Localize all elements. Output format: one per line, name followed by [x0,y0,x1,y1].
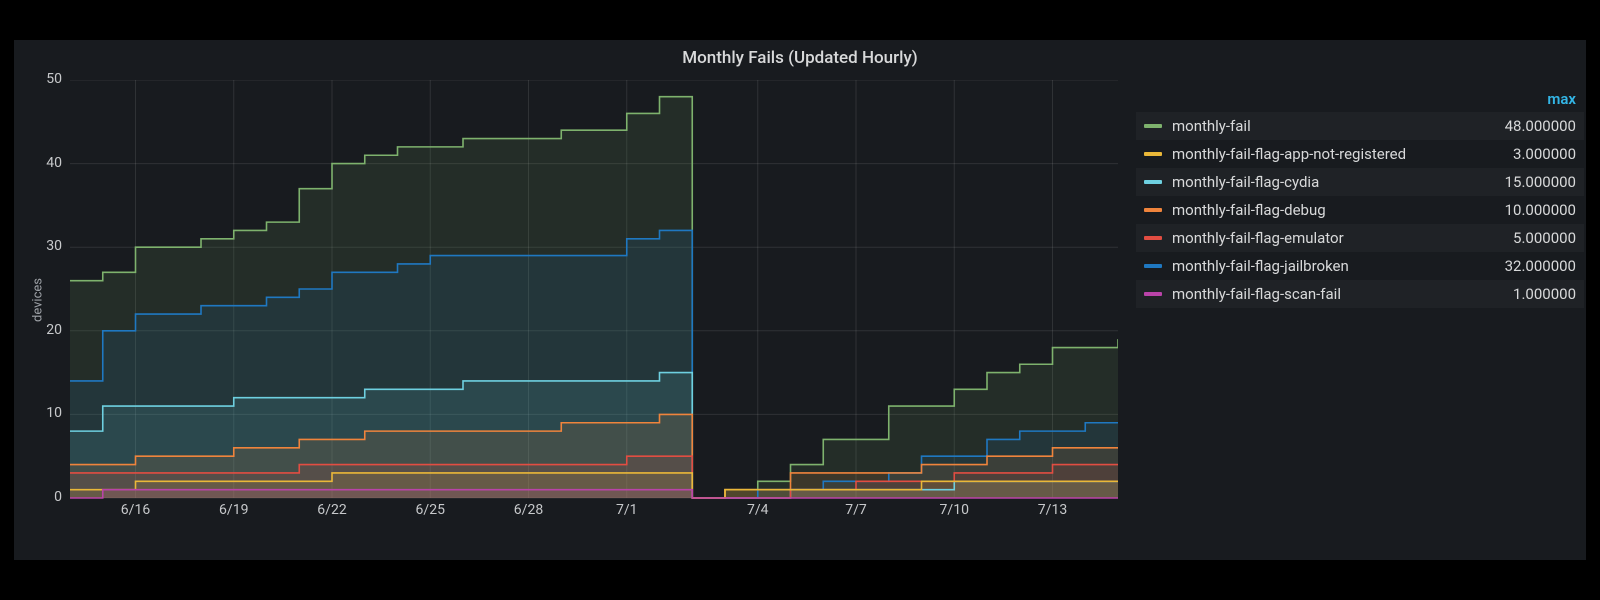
legend-item-max: 32.000000 [1505,257,1576,275]
legend-header-max[interactable]: max [1136,86,1584,112]
y-tick: 10 [32,405,62,421]
legend-item-max: 3.000000 [1513,145,1576,163]
legend-swatch [1144,180,1162,184]
legend-swatch [1144,264,1162,268]
legend-item-name: monthly-fail-flag-app-not-registered [1172,145,1513,163]
chart-svg [70,80,1118,524]
legend-item[interactable]: monthly-fail-flag-jailbroken32.000000 [1136,252,1584,280]
legend-item-max: 5.000000 [1513,229,1576,247]
y-tick: 20 [32,322,62,338]
legend-item-name: monthly-fail-flag-debug [1172,201,1505,219]
legend-item-name: monthly-fail-flag-emulator [1172,229,1513,247]
legend-item-name: monthly-fail [1172,117,1505,135]
legend-swatch [1144,124,1162,128]
y-tick: 0 [32,489,62,505]
legend-item-max: 10.000000 [1505,201,1576,219]
chart-panel: Monthly Fails (Updated Hourly) devices 0… [14,40,1586,560]
legend: max monthly-fail48.000000monthly-fail-fl… [1136,86,1584,308]
chart-title: Monthly Fails (Updated Hourly) [14,40,1586,68]
legend-item[interactable]: monthly-fail-flag-scan-fail1.000000 [1136,280,1584,308]
y-tick: 40 [32,155,62,171]
legend-item-max: 15.000000 [1505,173,1576,191]
legend-swatch [1144,208,1162,212]
legend-item[interactable]: monthly-fail48.000000 [1136,112,1584,140]
legend-item[interactable]: monthly-fail-flag-cydia15.000000 [1136,168,1584,196]
legend-swatch [1144,236,1162,240]
legend-item[interactable]: monthly-fail-flag-app-not-registered3.00… [1136,140,1584,168]
y-axis-label: devices [31,278,46,322]
legend-swatch [1144,292,1162,296]
legend-item-name: monthly-fail-flag-scan-fail [1172,285,1513,303]
legend-item-name: monthly-fail-flag-cydia [1172,173,1505,191]
legend-item-name: monthly-fail-flag-jailbroken [1172,257,1505,275]
legend-item-max: 48.000000 [1505,117,1576,135]
legend-item[interactable]: monthly-fail-flag-debug10.000000 [1136,196,1584,224]
legend-item[interactable]: monthly-fail-flag-emulator5.000000 [1136,224,1584,252]
plot-area[interactable] [70,80,1118,524]
y-tick: 50 [32,71,62,87]
legend-item-max: 1.000000 [1513,285,1576,303]
legend-swatch [1144,152,1162,156]
y-tick: 30 [32,238,62,254]
